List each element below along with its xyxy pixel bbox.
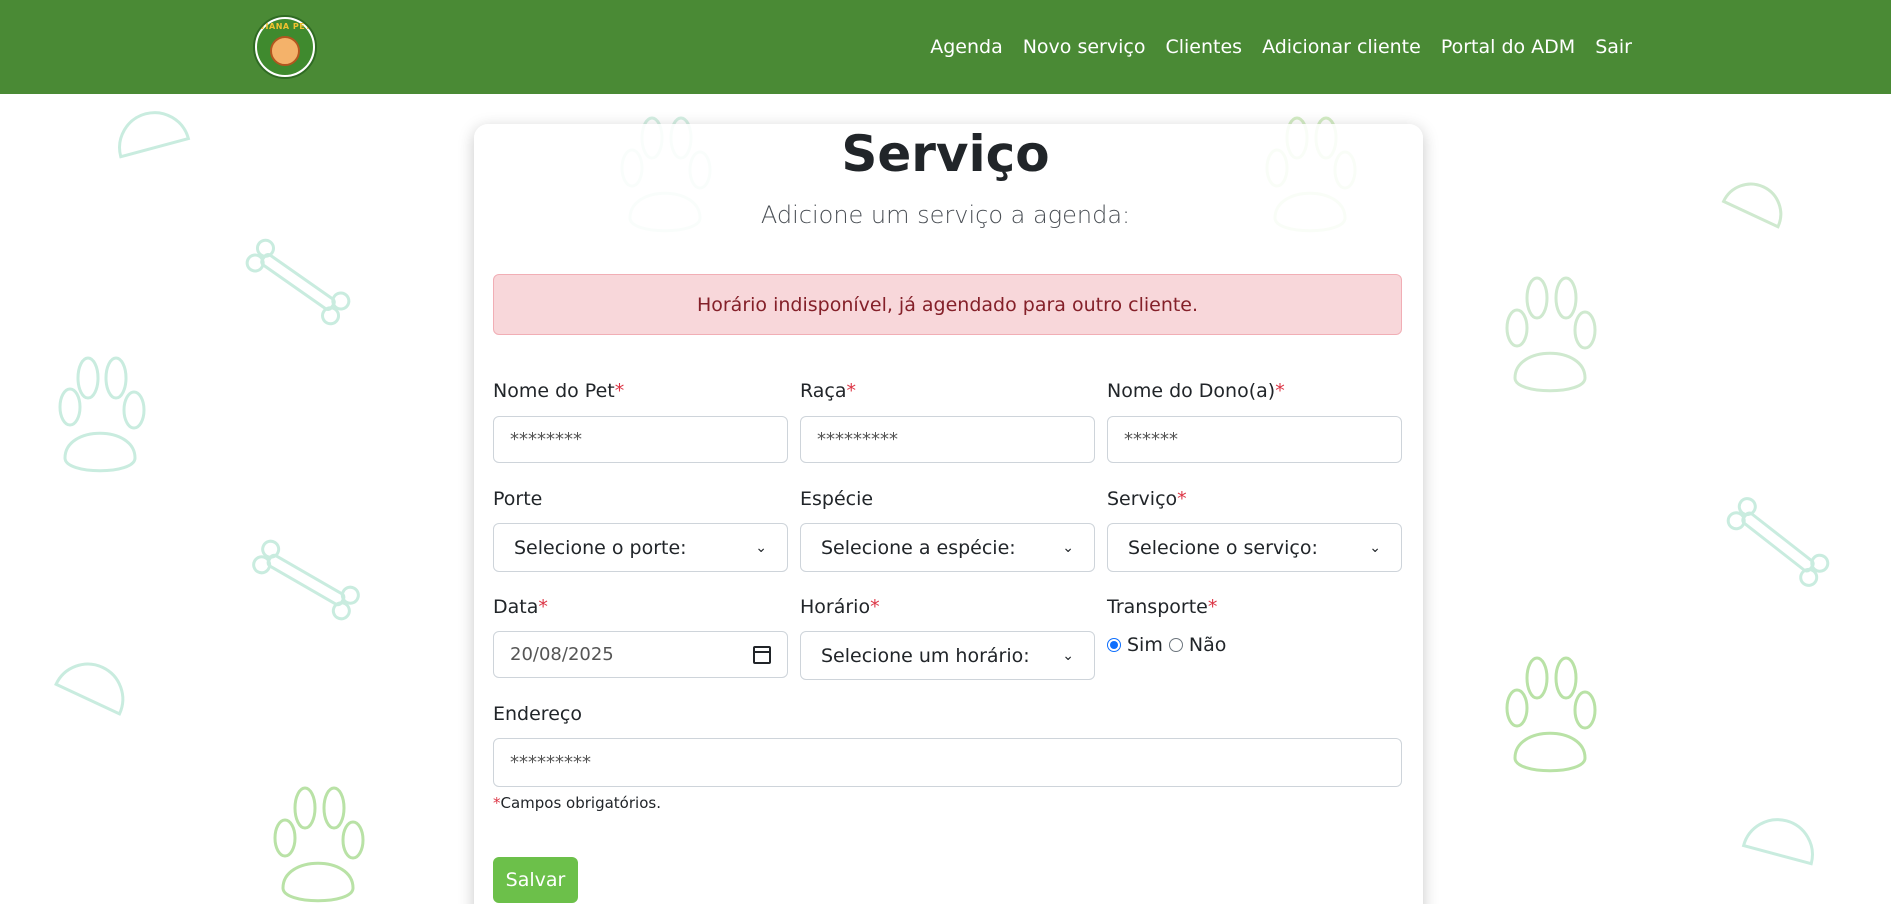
pet-name-input[interactable]: ******** [493, 416, 788, 463]
error-alert: Horário indisponível, já agendado para o… [493, 274, 1402, 335]
species-select[interactable]: Selecione a espécie: ⌄ [800, 523, 1095, 572]
date-label: Data* [493, 596, 548, 618]
breed-label: Raça* [800, 380, 856, 402]
bone-icon [252, 539, 360, 621]
pet-mascot-icon [270, 36, 300, 66]
date-input[interactable]: 20/08/2025 [493, 631, 788, 678]
service-label-text: Serviço [1107, 488, 1178, 510]
required-marker: * [614, 380, 625, 402]
address-value: ********* [510, 752, 591, 773]
owner-name-label-text: Nome do Dono(a) [1107, 380, 1276, 402]
nav-link-novo-servico[interactable]: Novo serviço [1023, 36, 1146, 58]
time-label: Horário* [800, 596, 880, 618]
size-select[interactable]: Selecione o porte: ⌄ [493, 523, 788, 572]
navbar: VIANA PET Agenda Novo serviço Clientes A… [0, 0, 1891, 94]
form-card [474, 124, 1423, 904]
time-label-text: Horário [800, 596, 871, 618]
date-value: 20/08/2025 [510, 644, 614, 665]
size-label-text: Porte [493, 488, 543, 510]
address-input[interactable]: ********* [493, 738, 1402, 787]
bowl-icon [1741, 818, 1814, 866]
paw-icon [58, 356, 146, 473]
logo-text: VIANA PET [258, 22, 312, 31]
required-marker: * [1207, 596, 1218, 618]
logo-badge: VIANA PET [257, 19, 313, 75]
species-selected: Selecione a espécie: [821, 536, 1016, 559]
owner-name-value: ****** [1124, 429, 1178, 450]
breed-label-text: Raça [800, 380, 847, 402]
page-title: Serviço [841, 125, 1050, 183]
required-note-text: Campos obrigatórios. [500, 794, 661, 812]
page-subtitle: Adicione um serviço a agenda: [760, 201, 1131, 229]
transport-radio-nao[interactable] [1168, 638, 1183, 652]
pet-name-label: Nome do Pet* [493, 380, 624, 402]
bone-icon [245, 238, 351, 326]
error-alert-message: Horário indisponível, já agendado para o… [696, 293, 1199, 316]
save-button[interactable]: Salvar [493, 857, 578, 903]
service-selected: Selecione o serviço: [1128, 536, 1318, 559]
required-note: *Campos obrigatórios. [493, 794, 661, 812]
required-marker: * [1275, 380, 1285, 402]
calendar-icon[interactable] [753, 645, 771, 664]
owner-name-label: Nome do Dono(a)* [1107, 380, 1285, 402]
date-label-text: Data [493, 596, 539, 618]
address-label: Endereço [493, 703, 582, 725]
required-marker: * [846, 380, 857, 402]
size-selected: Selecione o porte: [514, 536, 687, 559]
required-marker: * [538, 596, 548, 618]
species-label-text: Espécie [800, 488, 874, 510]
owner-name-input[interactable]: ****** [1107, 416, 1402, 463]
chevron-down-icon: ⌄ [1062, 539, 1074, 556]
chevron-down-icon: ⌄ [1369, 539, 1381, 556]
nav-link-clientes[interactable]: Clientes [1165, 36, 1242, 58]
chevron-down-icon: ⌄ [1062, 647, 1074, 664]
nav-link-agenda[interactable]: Agenda [930, 36, 1003, 58]
paw-icon [1505, 656, 1597, 773]
breed-value: ********* [817, 429, 898, 450]
time-select[interactable]: Selecione um horário: ⌄ [800, 631, 1095, 680]
required-marker: * [493, 794, 501, 812]
required-marker: * [870, 596, 880, 618]
service-label: Serviço* [1107, 488, 1187, 510]
size-label: Porte [493, 488, 542, 510]
required-marker: * [1177, 488, 1187, 510]
pet-name-value: ******** [510, 429, 582, 450]
brand-logo[interactable]: VIANA PET [253, 15, 317, 79]
pet-name-label-text: Nome do Pet [493, 380, 615, 402]
nav-link-sair[interactable]: Sair [1595, 36, 1632, 58]
nav-link-portal-adm[interactable]: Portal do ADM [1441, 36, 1575, 58]
breed-input[interactable]: ********* [800, 416, 1095, 463]
paw-icon [1505, 276, 1597, 393]
transport-label: Transporte* [1107, 596, 1217, 618]
species-label: Espécie [800, 488, 873, 510]
transport-radio-sim[interactable] [1107, 638, 1121, 652]
transport-option-nao-label[interactable]: Não [1189, 634, 1226, 656]
transport-radio-group: Sim Não [1107, 634, 1226, 656]
transport-option-sim-label[interactable]: Sim [1127, 634, 1163, 656]
address-label-text: Endereço [493, 703, 582, 725]
bowl-icon [54, 662, 125, 716]
chevron-down-icon: ⌄ [755, 539, 767, 556]
nav-link-adicionar-cliente[interactable]: Adicionar cliente [1262, 36, 1421, 58]
bone-icon [1726, 497, 1830, 587]
service-select[interactable]: Selecione o serviço: ⌄ [1107, 523, 1402, 572]
transport-label-text: Transporte [1107, 596, 1208, 618]
time-selected: Selecione um horário: [821, 644, 1030, 667]
nav-links: Agenda Novo serviço Clientes Adicionar c… [930, 0, 1632, 94]
paw-icon [273, 786, 365, 903]
